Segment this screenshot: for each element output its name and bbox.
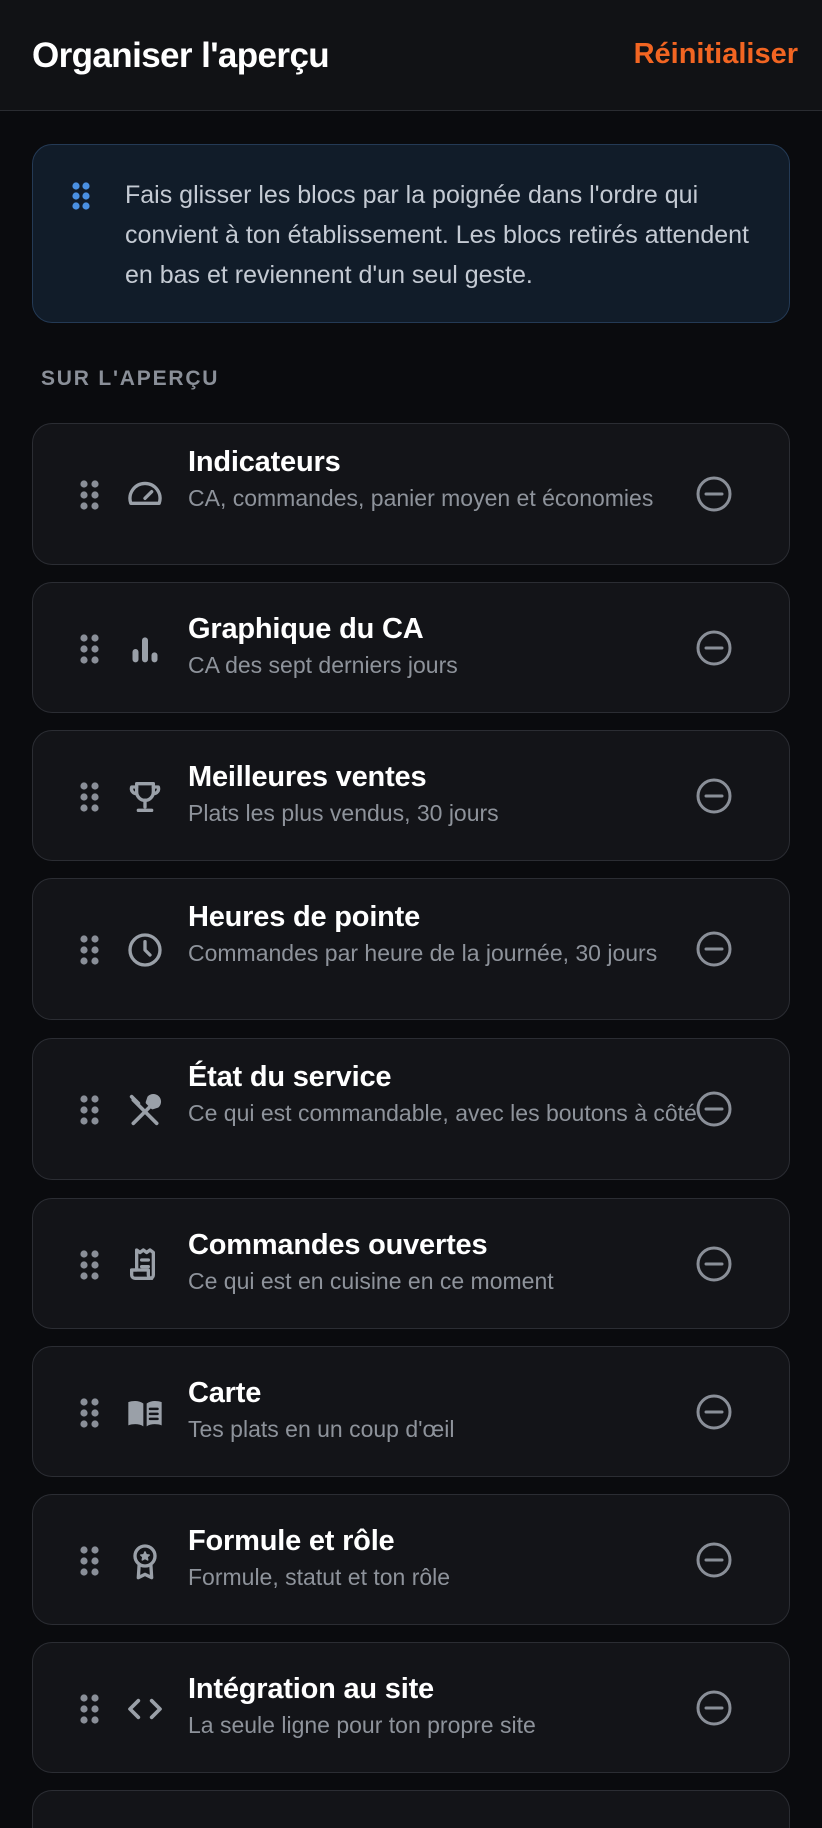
block-text: Graphique du CA CA des sept derniers jou… xyxy=(188,611,708,681)
block-card-heures-pointe[interactable]: Heures de pointe Commandes par heure de … xyxy=(32,878,790,1020)
drag-handle-icon[interactable] xyxy=(79,1693,101,1725)
menu-book-icon xyxy=(125,1393,165,1433)
block-text: Commandes ouvertes Ce qui est en cuisine… xyxy=(188,1227,708,1297)
block-title: Carte xyxy=(188,1377,262,1409)
block-card-partial[interactable] xyxy=(32,1790,790,1828)
remove-block-button[interactable] xyxy=(695,629,733,667)
drag-handle-icon[interactable] xyxy=(79,479,101,511)
block-text: État du service Ce qui est commandable, … xyxy=(188,1059,708,1129)
block-subtitle: CA, commandes, panier moyen et économies xyxy=(188,485,654,511)
block-title: Heures de pointe xyxy=(188,901,421,933)
block-card-indicateurs[interactable]: Indicateurs CA, commandes, panier moyen … xyxy=(32,423,790,565)
block-card-integration-site[interactable]: Intégration au site La seule ligne pour … xyxy=(32,1642,790,1773)
block-title: Formule et rôle xyxy=(188,1525,395,1557)
info-text: Fais glisser les blocs par la poignée da… xyxy=(125,181,749,289)
block-text: Heures de pointe Commandes par heure de … xyxy=(188,899,708,969)
clock-icon xyxy=(125,930,165,970)
drag-handle-icon[interactable] xyxy=(79,1249,101,1281)
block-text: Meilleures ventes Plats les plus vendus,… xyxy=(188,759,708,829)
block-text: Formule et rôle Formule, statut et ton r… xyxy=(188,1523,708,1593)
block-title: Indicateurs xyxy=(188,446,341,478)
block-subtitle: Formule, statut et ton rôle xyxy=(188,1564,451,1590)
drag-handle-icon[interactable] xyxy=(79,781,101,813)
block-text: Intégration au site La seule ligne pour … xyxy=(188,1671,708,1741)
remove-block-button[interactable] xyxy=(695,1393,733,1431)
block-subtitle: Commandes par heure de la journée, 30 jo… xyxy=(188,940,658,966)
drag-handle-info-icon xyxy=(71,181,93,211)
drag-handle-icon[interactable] xyxy=(79,633,101,665)
drag-handle-icon[interactable] xyxy=(79,1397,101,1429)
remove-block-button[interactable] xyxy=(695,777,733,815)
block-card-graphique-ca[interactable]: Graphique du CA CA des sept derniers jou… xyxy=(32,582,790,713)
block-card-carte[interactable]: Carte Tes plats en un coup d'œil xyxy=(32,1346,790,1477)
remove-block-button[interactable] xyxy=(695,1245,733,1283)
block-title: Graphique du CA xyxy=(188,613,424,645)
block-card-commandes-ouvertes[interactable]: Commandes ouvertes Ce qui est en cuisine… xyxy=(32,1198,790,1329)
block-text: Indicateurs CA, commandes, panier moyen … xyxy=(188,444,708,514)
drag-handle-icon[interactable] xyxy=(79,1094,101,1126)
block-subtitle: Tes plats en un coup d'œil xyxy=(188,1416,455,1442)
trophy-icon xyxy=(125,777,165,817)
remove-block-button[interactable] xyxy=(695,475,733,513)
block-subtitle: CA des sept derniers jours xyxy=(188,652,458,678)
award-icon xyxy=(125,1541,165,1581)
remove-block-button[interactable] xyxy=(695,1689,733,1727)
utensils-icon xyxy=(125,1090,165,1130)
block-card-formule-role[interactable]: Formule et rôle Formule, statut et ton r… xyxy=(32,1494,790,1625)
receipt-icon xyxy=(125,1245,165,1285)
block-title: Meilleures ventes xyxy=(188,761,427,793)
block-subtitle: Plats les plus vendus, 30 jours xyxy=(188,800,499,826)
block-card-etat-service[interactable]: État du service Ce qui est commandable, … xyxy=(32,1038,790,1180)
block-title: Commandes ouvertes xyxy=(188,1229,488,1261)
info-banner: Fais glisser les blocs par la poignée da… xyxy=(32,144,790,323)
reset-button[interactable]: Réinitialiser xyxy=(634,38,798,71)
remove-block-button[interactable] xyxy=(695,1541,733,1579)
bar-chart-icon xyxy=(125,629,165,669)
page-title: Organiser l'aperçu xyxy=(32,36,330,75)
top-bar: Organiser l'aperçu Réinitialiser xyxy=(0,0,822,111)
drag-handle-icon[interactable] xyxy=(79,1545,101,1577)
block-title: Intégration au site xyxy=(188,1673,434,1705)
remove-block-button[interactable] xyxy=(695,1090,733,1128)
gauge-icon xyxy=(125,475,165,515)
section-heading: SUR L'APERÇU xyxy=(41,367,220,390)
block-subtitle: La seule ligne pour ton propre site xyxy=(188,1712,536,1738)
remove-block-button[interactable] xyxy=(695,930,733,968)
block-subtitle: Ce qui est commandable, avec les boutons… xyxy=(188,1100,697,1126)
block-title: État du service xyxy=(188,1061,392,1093)
drag-handle-icon[interactable] xyxy=(79,934,101,966)
block-text: Carte Tes plats en un coup d'œil xyxy=(188,1375,708,1445)
block-subtitle: Ce qui est en cuisine en ce moment xyxy=(188,1268,554,1294)
code-icon xyxy=(125,1689,165,1729)
block-card-meilleures-ventes[interactable]: Meilleures ventes Plats les plus vendus,… xyxy=(32,730,790,861)
